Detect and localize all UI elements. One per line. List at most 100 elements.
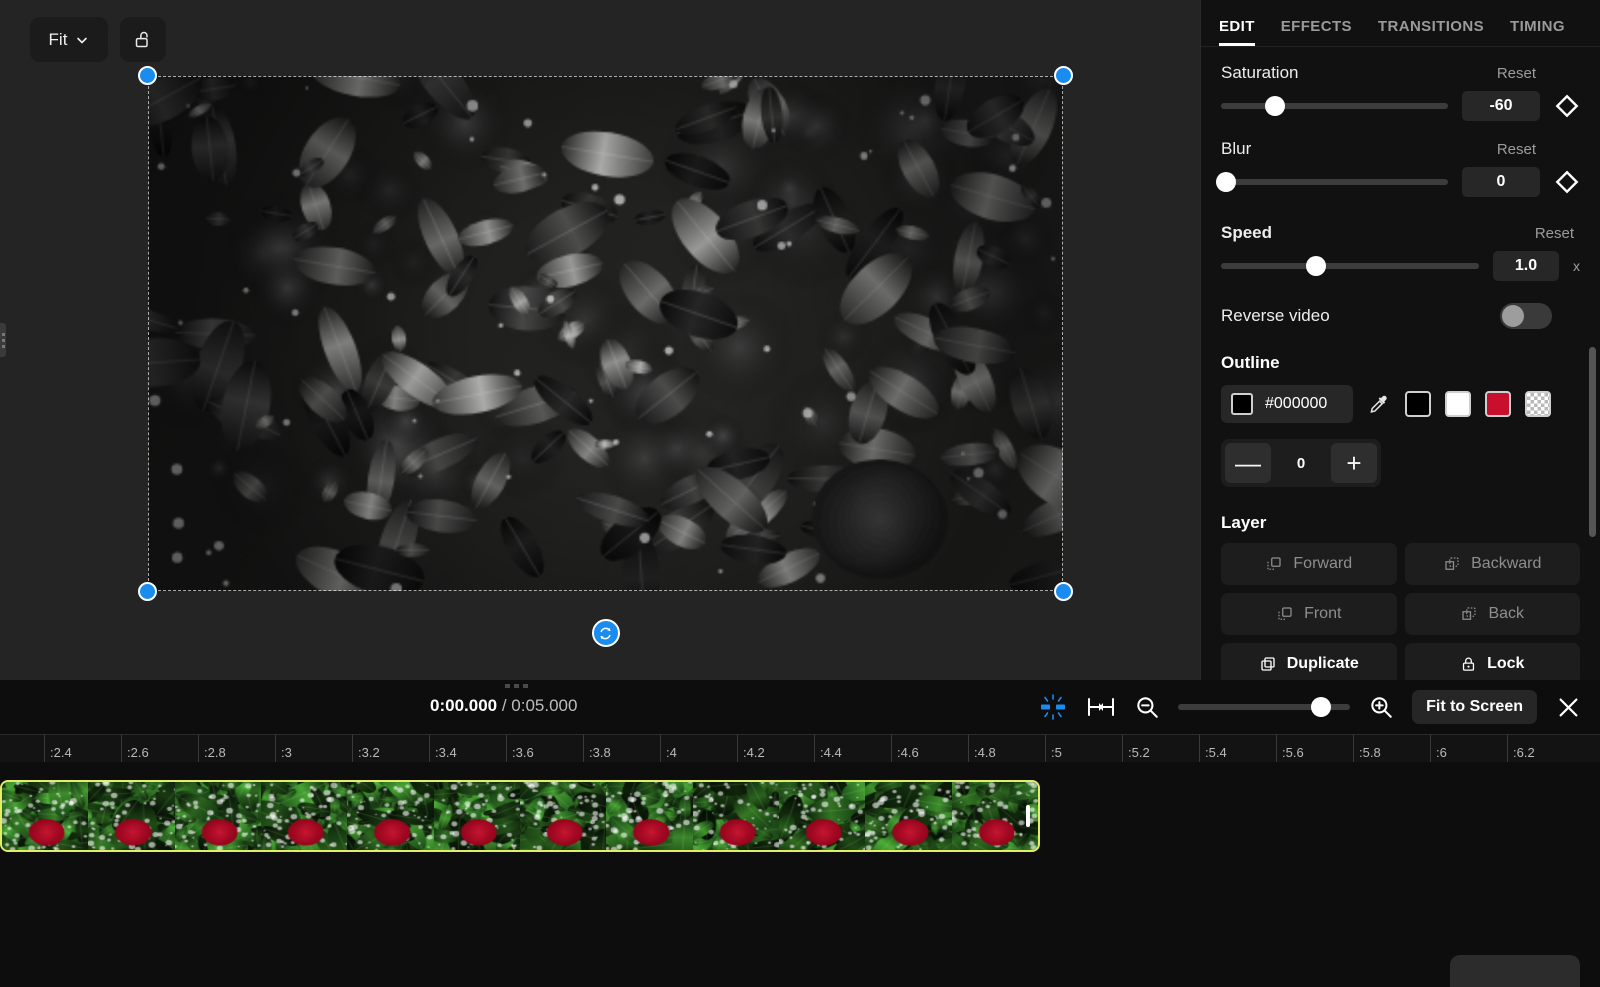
clip-thumbnail (606, 782, 693, 850)
blur-value[interactable]: 0 (1462, 167, 1540, 197)
zoom-out-icon (1137, 697, 1158, 718)
timeline-resize-grip[interactable] (505, 684, 528, 688)
tab-effects[interactable]: EFFECTS (1281, 18, 1352, 46)
outline-width-increase[interactable]: + (1331, 443, 1377, 483)
left-panel-drag-handle[interactable] (0, 323, 6, 357)
timeline-ruler[interactable]: :2.4:2.6:2.8:3:3.2:3.4:3.6:3.8:4:4.2:4.4… (0, 734, 1600, 762)
ruler-tick: :2.8 (198, 735, 226, 762)
duplicate-icon (1261, 657, 1275, 671)
saturation-slider-knob[interactable] (1265, 96, 1286, 116)
resize-handle-top-left[interactable] (138, 66, 157, 85)
layer-backward-label: Backward (1471, 555, 1542, 572)
tab-timing[interactable]: TIMING (1510, 18, 1565, 46)
keyframe-diamond-icon[interactable] (1554, 93, 1580, 119)
fit-clip-button[interactable] (1086, 694, 1116, 720)
layer-backward-button[interactable]: Backward (1404, 543, 1580, 585)
clip-thumbnail (865, 782, 952, 850)
fit-mode-dropdown[interactable]: Fit (30, 17, 108, 62)
ruler-tick: :2.4 (44, 735, 72, 762)
resize-handle-bottom-right[interactable] (1054, 582, 1073, 601)
outline-width-stepper: — 0 + (1221, 439, 1381, 487)
ruler-tick: :4 (660, 735, 677, 762)
speed-value[interactable]: 1.0 (1493, 251, 1559, 281)
timeline-clip[interactable] (0, 780, 1040, 852)
layer-lock-button[interactable]: Lock (1404, 643, 1580, 680)
ruler-tick: :6 (1430, 735, 1447, 762)
fit-to-screen-button[interactable]: Fit to Screen (1412, 690, 1537, 724)
canvas-area[interactable]: Fit (0, 0, 1200, 680)
ruler-tick: :4.2 (737, 735, 765, 762)
send-to-back-icon (1462, 607, 1477, 620)
resize-handle-top-right[interactable] (1054, 66, 1073, 85)
clip-thumbnail (2, 782, 89, 850)
reverse-video-toggle[interactable] (1500, 303, 1552, 329)
swatch-transparent[interactable] (1525, 391, 1551, 417)
clip-trim-handle-right[interactable] (1026, 805, 1030, 827)
rotate-handle[interactable] (591, 619, 620, 647)
blur-slider[interactable] (1215, 172, 1448, 192)
bring-to-front-icon (1278, 607, 1292, 620)
outline-width-value[interactable]: 0 (1297, 455, 1305, 472)
fit-mode-label: Fit (48, 29, 68, 49)
current-time: 0:00.000 (430, 696, 498, 715)
speed-label: Speed (1221, 223, 1273, 242)
speed-slider-knob[interactable] (1306, 256, 1327, 276)
properties-panel: EDIT EFFECTS TRANSITIONS TIMING Saturati… (1200, 0, 1600, 680)
blur-slider-knob[interactable] (1215, 172, 1236, 192)
outline-hex-field[interactable]: #000000 (1221, 385, 1353, 423)
selected-media-frame[interactable] (138, 66, 1073, 647)
tab-transitions[interactable]: TRANSITIONS (1378, 18, 1484, 46)
layer-front-button[interactable]: Front (1221, 593, 1397, 635)
saturation-slider[interactable] (1221, 96, 1448, 116)
resize-handle-bottom-left[interactable] (138, 582, 157, 601)
layer-buttons-grid: Forward Backward Front Back Duplicate Lo… (1221, 543, 1580, 680)
snap-magnet-icon (1041, 694, 1066, 720)
tab-edit[interactable]: EDIT (1219, 18, 1255, 46)
blur-reset[interactable]: Reset (1497, 141, 1536, 158)
clip-thumbnails (2, 782, 1038, 850)
speed-reset[interactable]: Reset (1535, 225, 1574, 242)
panel-scrollbar[interactable] (1589, 347, 1596, 537)
ruler-tick: :3.2 (352, 735, 380, 762)
keyframe-diamond-icon[interactable] (1554, 169, 1580, 195)
send-backward-icon (1445, 557, 1459, 570)
timeline-zoom-slider[interactable] (1178, 697, 1351, 717)
canvas-toolbar: Fit (30, 17, 166, 62)
lock-toggle-button[interactable] (120, 17, 166, 62)
ruler-tick: :5.4 (1199, 735, 1227, 762)
snap-toggle-button[interactable] (1038, 692, 1068, 722)
ruler-tick: :6.2 (1507, 735, 1535, 762)
layer-duplicate-button[interactable]: Duplicate (1221, 643, 1397, 680)
layer-forward-button[interactable]: Forward (1221, 543, 1397, 585)
layer-back-label: Back (1488, 605, 1525, 622)
speed-header: Speed Reset (1221, 223, 1580, 243)
outline-width-decrease[interactable]: — (1225, 443, 1271, 483)
layer-section-title: Layer (1221, 513, 1267, 532)
timeline-track-area[interactable] (0, 762, 1600, 987)
speed-slider[interactable] (1221, 256, 1479, 276)
outline-color-row: #000000 (1221, 385, 1580, 423)
close-timeline-button[interactable] (1555, 694, 1582, 721)
reverse-video-row: Reverse video (1221, 303, 1580, 329)
zoom-out-button[interactable] (1134, 694, 1160, 720)
timeline-zoom-knob[interactable] (1310, 697, 1331, 717)
clip-thumbnail (260, 782, 348, 850)
bottom-right-widget[interactable] (1450, 955, 1580, 987)
clip-thumbnail (88, 782, 175, 850)
speed-slider-row: 1.0 x (1221, 251, 1580, 281)
saturation-reset[interactable]: Reset (1497, 65, 1536, 82)
ruler-tick: :3.4 (429, 735, 457, 762)
layer-back-button[interactable]: Back (1404, 593, 1580, 635)
ruler-tick: :5.6 (1276, 735, 1304, 762)
clip-thumbnail (347, 782, 434, 850)
transport-controls: Fit to Screen (1038, 680, 1582, 734)
lock-icon (1462, 657, 1475, 671)
zoom-in-button[interactable] (1368, 694, 1394, 720)
swatch-black[interactable] (1405, 391, 1431, 417)
swatch-crimson[interactable] (1485, 391, 1511, 417)
saturation-value[interactable]: -60 (1462, 91, 1540, 121)
time-separator: / (497, 696, 512, 715)
eyedropper-icon[interactable] (1367, 392, 1391, 416)
clip-thumbnail (174, 782, 261, 850)
swatch-white[interactable] (1445, 391, 1471, 417)
